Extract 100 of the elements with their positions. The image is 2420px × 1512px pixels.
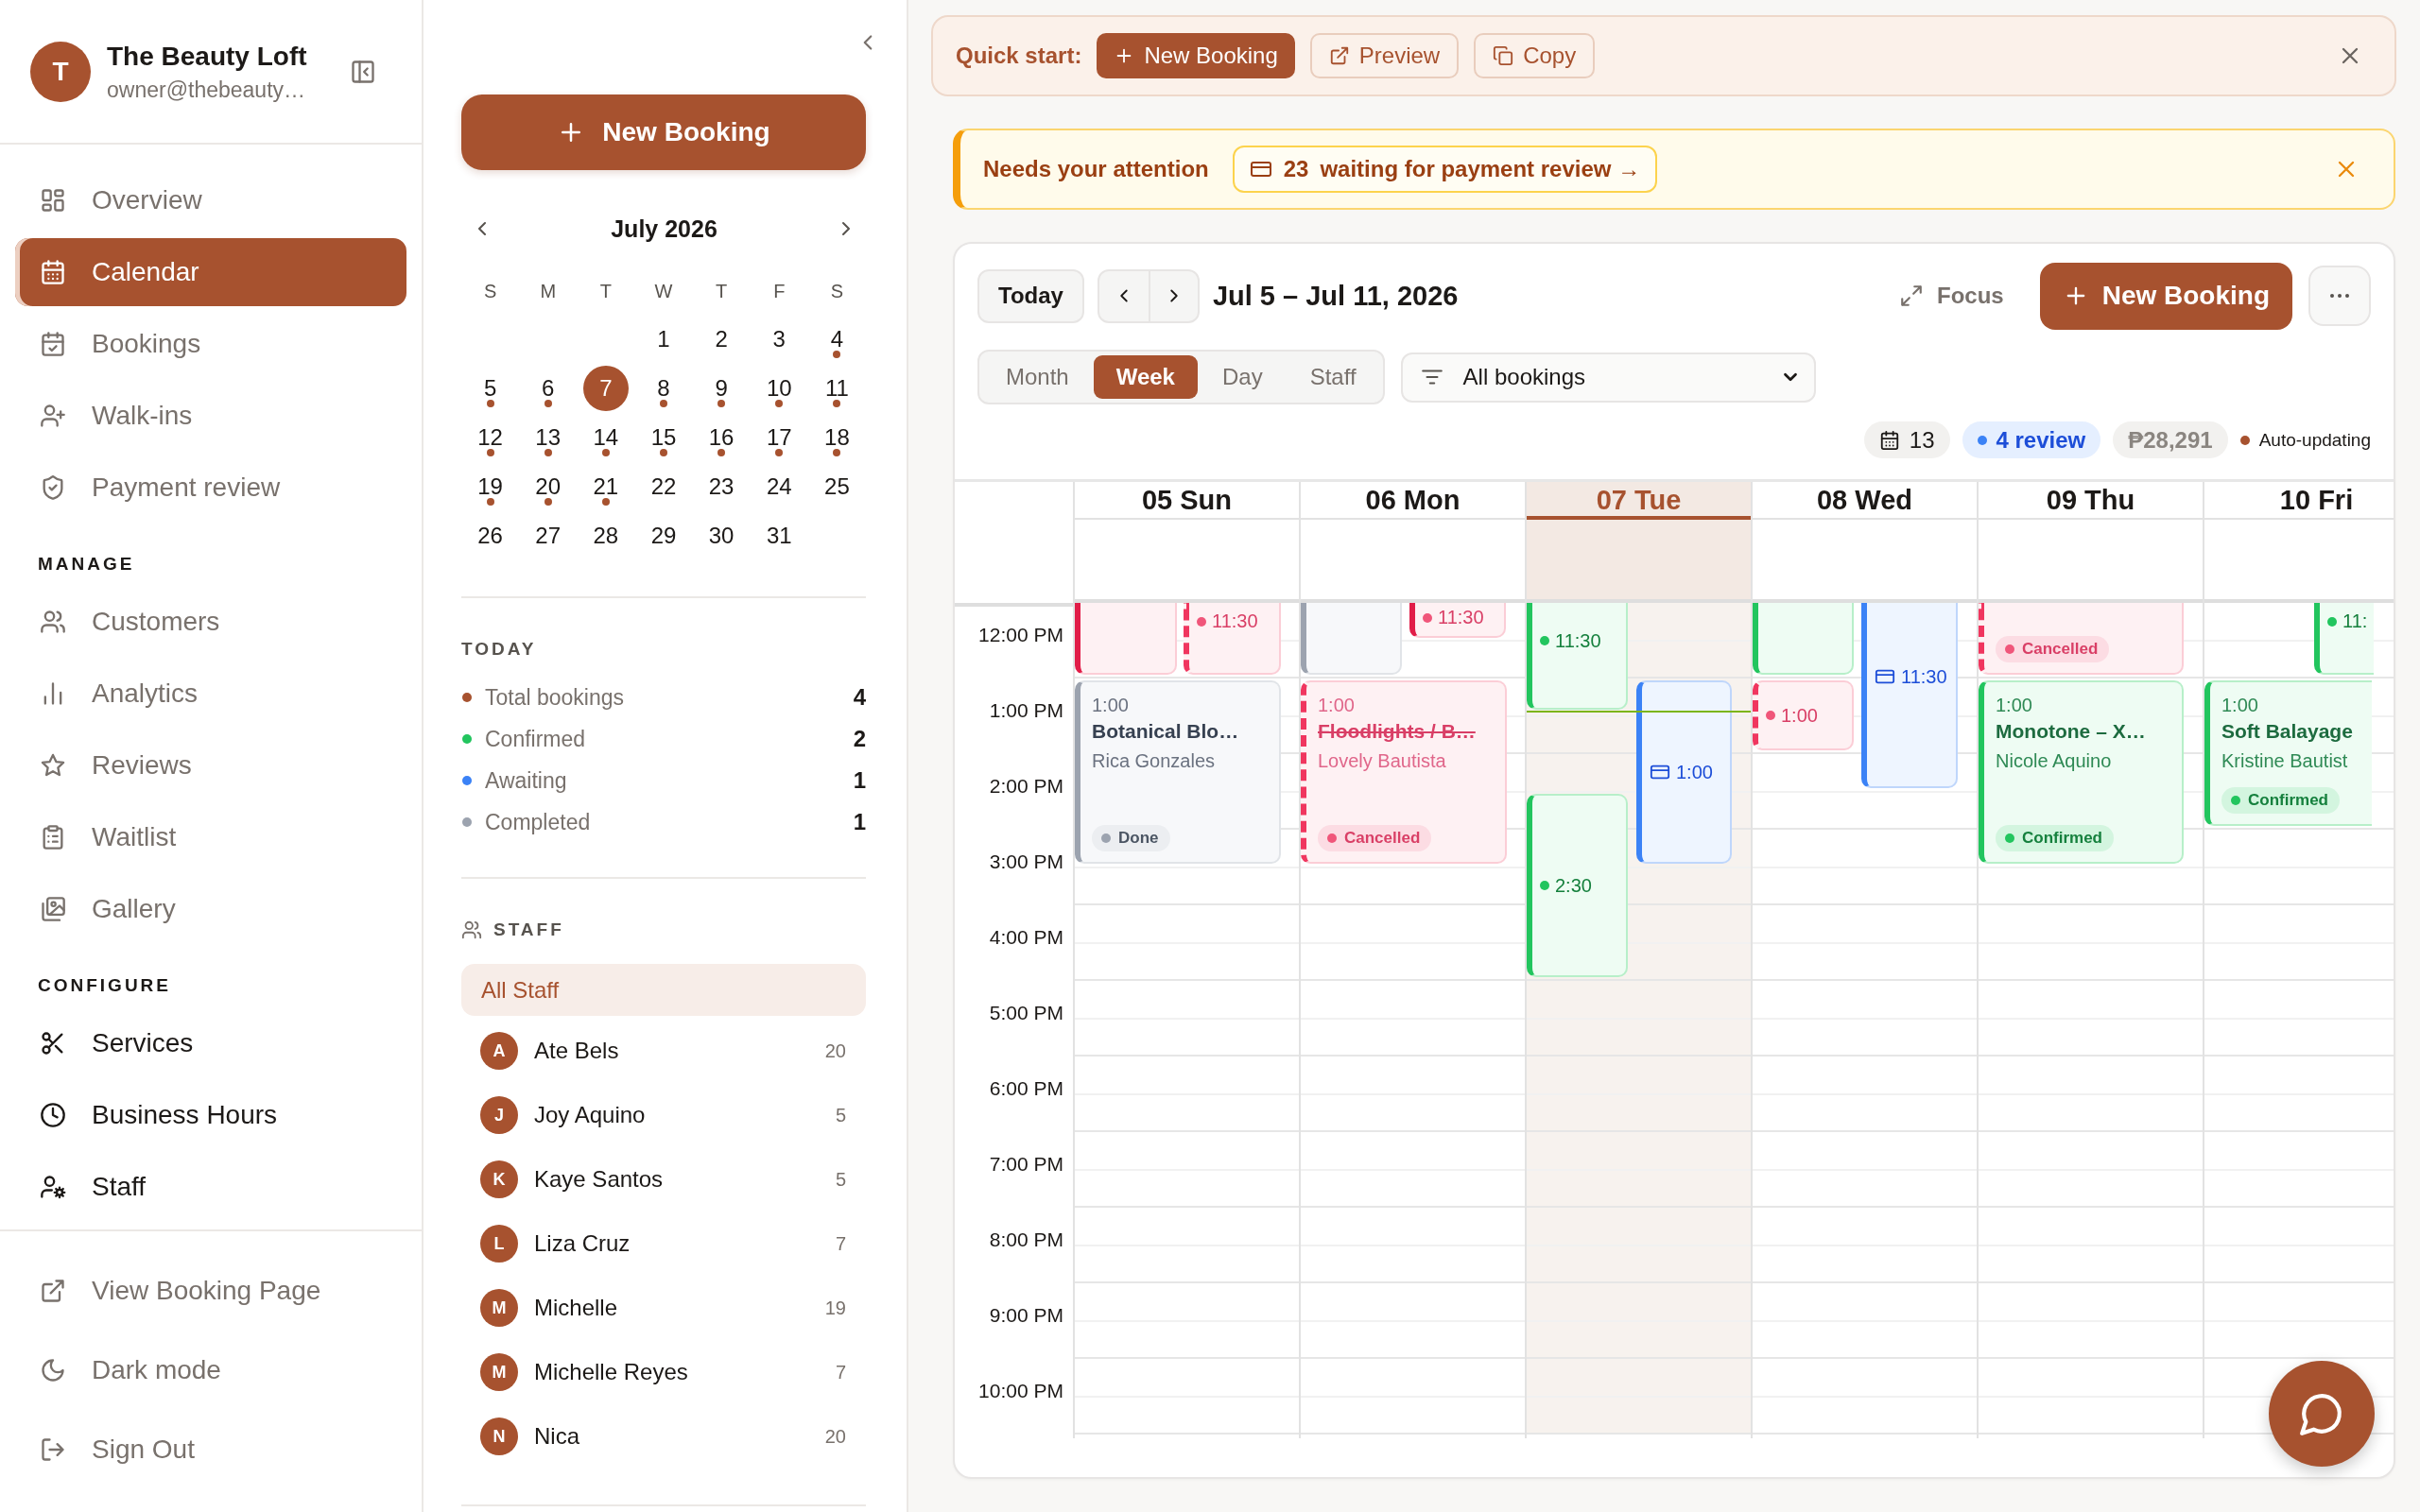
preview-button[interactable]: Preview: [1309, 33, 1460, 78]
calendar-day[interactable]: 13: [525, 415, 571, 460]
new-booking-button[interactable]: New Booking: [1097, 33, 1295, 78]
new-booking-button[interactable]: New Booking: [461, 94, 866, 170]
calendar-day[interactable]: 19: [467, 464, 513, 509]
booking-card[interactable]: 2:30: [1527, 794, 1628, 977]
calendar-day[interactable]: 6: [525, 366, 571, 411]
calendar-day[interactable]: 20: [525, 464, 571, 509]
nav-item[interactable]: Waitlist: [15, 803, 406, 871]
review-chip[interactable]: 4 review: [1962, 421, 2101, 458]
staff-name[interactable]: Kaye Santos: [534, 1166, 664, 1193]
nav-item[interactable]: Business Hours: [15, 1081, 406, 1149]
calendar-day[interactable]: 4: [814, 317, 860, 362]
booking-card[interactable]: 1:00: [1636, 680, 1732, 864]
calendar-day[interactable]: 3: [756, 317, 803, 362]
calendar-day[interactable]: 21: [582, 464, 629, 509]
copy-icon: [1493, 45, 1514, 66]
view-tab[interactable]: Month: [983, 355, 1092, 399]
booking-card[interactable]: [1075, 603, 1177, 675]
calendar-day[interactable]: 27: [525, 513, 571, 558]
calendar-day[interactable]: 14: [582, 415, 629, 460]
booking-card[interactable]: 1:00 Monotone – X… Nicole Aquino Confirmed: [1979, 680, 2184, 864]
calendar-day[interactable]: 29: [641, 513, 686, 558]
calendar-day[interactable]: 16: [699, 415, 745, 460]
section-heading: STAFF: [493, 919, 564, 940]
staff-name[interactable]: Liza Cruz: [534, 1230, 631, 1257]
calendar-day[interactable]: 31: [756, 513, 803, 558]
nav-item[interactable]: Payment review: [15, 454, 406, 522]
external-link-icon: [40, 1278, 66, 1304]
nav-item[interactable]: View Booking Page: [15, 1257, 406, 1325]
view-tab[interactable]: Week: [1093, 355, 1198, 399]
booking-card[interactable]: 11:: [2314, 603, 2374, 675]
calendar-day[interactable]: 26: [467, 513, 513, 558]
nav-item[interactable]: Staff: [15, 1153, 406, 1221]
new-booking-button[interactable]: New Booking: [2039, 262, 2292, 330]
calendar-day[interactable]: 5: [467, 366, 513, 411]
calendar-day[interactable]: 7: [582, 366, 629, 411]
time-label: 6:00 PM: [989, 1077, 1063, 1099]
view-tab[interactable]: Day: [1199, 355, 1286, 399]
payment-review-link[interactable]: 23 waiting for payment review →: [1232, 146, 1658, 193]
calendar-day[interactable]: 17: [756, 415, 803, 460]
nav-item[interactable]: Gallery: [15, 875, 406, 943]
nav-item[interactable]: Walk-ins: [15, 382, 406, 450]
booking-card[interactable]: [1301, 603, 1402, 675]
calendar-day[interactable]: 22: [641, 464, 686, 509]
nav-item[interactable]: Dark mode: [15, 1336, 406, 1404]
bookings-filter[interactable]: All bookings: [1400, 352, 1816, 403]
calendar-day[interactable]: 15: [641, 415, 686, 460]
calendar-day[interactable]: 12: [467, 415, 513, 460]
calendar-day[interactable]: 1: [641, 317, 686, 362]
nav-item[interactable]: Sign Out: [15, 1416, 406, 1484]
nav-item[interactable]: Customers: [15, 588, 406, 656]
nav-item[interactable]: Services: [15, 1009, 406, 1077]
weekday-label: T: [716, 280, 728, 302]
copy-button[interactable]: Copy: [1474, 33, 1596, 78]
nav-item[interactable]: Analytics: [15, 660, 406, 728]
booking-card[interactable]: 11:30: [1409, 603, 1506, 638]
booking-card[interactable]: 1:00 Soft Balayage Kristine Bautist Confirmed: [2204, 680, 2372, 826]
day-header: 08 Wed: [1817, 485, 1912, 515]
calendar-day[interactable]: 2: [699, 317, 745, 362]
staff-name[interactable]: Michelle Reyes: [534, 1359, 688, 1385]
bookings-count-chip[interactable]: 13: [1863, 421, 1950, 458]
calendar-day[interactable]: 8: [641, 366, 686, 411]
weekday-label: F: [773, 280, 786, 302]
booking-card[interactable]: 11:30: [1527, 603, 1628, 710]
calendar-day[interactable]: 24: [756, 464, 803, 509]
booking-card[interactable]: 11:30: [1184, 603, 1281, 675]
booking-title: Monotone – X…: [1996, 719, 2146, 744]
focus-button[interactable]: Focus: [1898, 283, 2004, 309]
all-staff-button[interactable]: All Staff: [461, 964, 866, 1016]
calendar-day[interactable]: 18: [814, 415, 860, 460]
booking-time: 11:30: [1901, 665, 1947, 688]
staff-name[interactable]: Nica: [534, 1423, 579, 1450]
calendar-day[interactable]: 11: [814, 366, 860, 411]
booking-title: Soft Balayage: [2221, 719, 2353, 744]
calendar-day[interactable]: 23: [699, 464, 745, 509]
section-heading: CONFIGURE: [37, 974, 171, 997]
booking-time: 1:00: [1781, 704, 1818, 727]
nav-item[interactable]: Reviews: [15, 731, 406, 799]
sidebar-toggle-icon[interactable]: [350, 58, 376, 85]
booking-card[interactable]: 11:30: [1861, 603, 1958, 788]
calendar-day[interactable]: 25: [814, 464, 860, 509]
booking-card[interactable]: 1:00 Botanical Blo… Rica Gonzales Done: [1075, 680, 1281, 864]
calendar-day[interactable]: 28: [582, 513, 629, 558]
booking-card[interactable]: 1:00: [1753, 680, 1854, 750]
nav-item[interactable]: Bookings: [15, 310, 406, 378]
today-button[interactable]: Today: [977, 268, 1084, 323]
nav-item[interactable]: Overview: [15, 166, 406, 234]
staff-name[interactable]: Ate Bels: [534, 1038, 619, 1064]
calendar-day[interactable]: 9: [699, 366, 745, 411]
time-label: 7:00 PM: [989, 1153, 1063, 1175]
staff-name[interactable]: Michelle: [534, 1295, 618, 1321]
calendar-day[interactable]: 10: [756, 366, 803, 411]
time-label: 4:00 PM: [989, 926, 1063, 948]
time-label: 8:00 PM: [989, 1228, 1063, 1250]
staff-name[interactable]: Joy Aquino: [534, 1102, 646, 1128]
calendar-day[interactable]: 30: [699, 513, 745, 558]
view-tab[interactable]: Staff: [1287, 355, 1379, 399]
nav-item[interactable]: Calendar: [15, 238, 406, 306]
booking-card[interactable]: 1:00 Floodlights / B… Lovely Bautista Cancelled: [1301, 680, 1507, 864]
